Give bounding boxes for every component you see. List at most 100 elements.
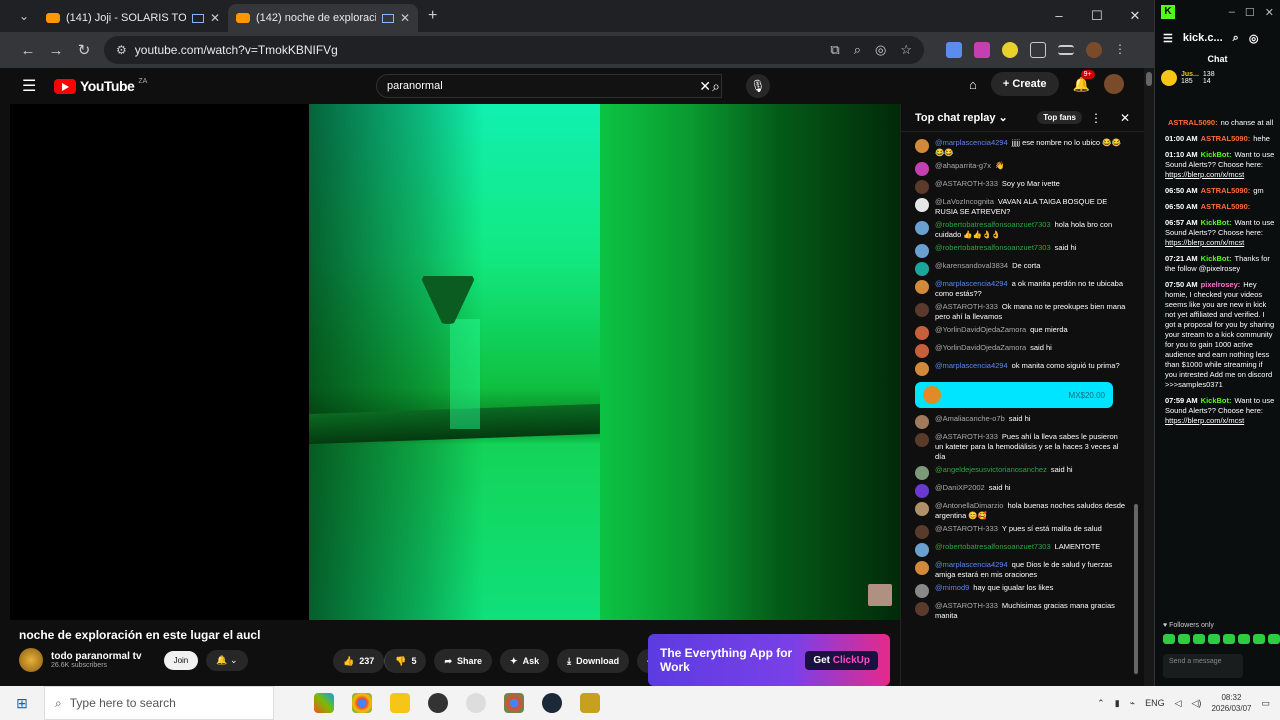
forward-icon[interactable]: →	[42, 42, 70, 59]
chat-avatar[interactable]	[915, 543, 929, 557]
chat-avatar[interactable]	[915, 502, 929, 516]
dislike-button[interactable]: 👎 5	[384, 649, 427, 673]
kick-message[interactable]: 01:10 AM KickBot: Want to use Sound Alerts…	[1165, 150, 1275, 180]
chat-menu-icon[interactable]: ⋮	[1090, 111, 1102, 125]
tab-joji[interactable]: (141) Joji - SOLARIS TOUR 20 ✕	[38, 4, 228, 32]
kick-username[interactable]: ASTRAL5090:	[1168, 118, 1218, 127]
chat-avatar[interactable]	[915, 362, 929, 376]
kick-message[interactable]: 06:50 AM ASTRAL5090: gm	[1165, 186, 1275, 196]
chat-message[interactable]: @karensandoval3834 De corta	[915, 261, 1127, 276]
ask-button[interactable]: ✦ Ask	[500, 649, 550, 673]
bookmark-star-icon[interactable]: ☆	[900, 42, 912, 58]
chat-author[interactable]: @marplascencia4294	[935, 138, 1008, 147]
kick-message[interactable]: ASTRAL5090: no chanse at all	[1165, 118, 1275, 128]
emote-icon[interactable]	[1163, 634, 1175, 644]
chat-author[interactable]: @robertobatresalfonsoanzuet7303	[935, 542, 1051, 551]
chat-avatar[interactable]	[915, 326, 929, 340]
chat-message[interactable]: @AntonellaDimarzio hola buenas noches sal…	[915, 501, 1127, 521]
extension-icon[interactable]	[1002, 42, 1018, 58]
chrome-profile-icon[interactable]	[504, 693, 524, 713]
chat-message[interactable]: @robertobatresalfonsoanzuet7303 said hi	[915, 243, 1127, 258]
chat-avatar[interactable]	[915, 244, 929, 258]
create-button[interactable]: + Create	[990, 72, 1059, 96]
chat-author[interactable]: @Amaliacanche-o7b	[935, 414, 1005, 423]
chat-author[interactable]: @marplascencia4294	[935, 361, 1008, 370]
chat-author[interactable]: @DaniXP2002	[935, 483, 985, 492]
emote-icon[interactable]	[1208, 634, 1220, 644]
kick-username[interactable]: KickBot:	[1201, 396, 1232, 405]
language-indicator[interactable]: ENG	[1145, 698, 1165, 708]
url-text[interactable]: youtube.com/watch?v=TmokKBNIFVg	[135, 43, 823, 57]
chat-author[interactable]: @ASTAROTH-333	[935, 179, 998, 188]
chat-avatar[interactable]	[915, 162, 929, 176]
back-icon[interactable]: ←	[14, 42, 42, 59]
chat-message[interactable]: @Amaliacanche-o7b said hi	[915, 414, 1127, 429]
emote-icon[interactable]	[1223, 634, 1235, 644]
volume-icon[interactable]: ◁	[1175, 698, 1182, 709]
chat-author[interactable]: @YorlinDavidOjedaZamora	[935, 325, 1026, 334]
kick-link[interactable]: https://blerp.com/x/mcst	[1165, 170, 1244, 179]
kick-username[interactable]: pixelrosey:	[1201, 280, 1241, 289]
app-icon[interactable]	[466, 693, 486, 713]
chat-author[interactable]: @ASTAROTH-333	[935, 601, 998, 610]
chat-mode-dropdown[interactable]: Top chat replay ⌄	[915, 111, 1029, 124]
search-query[interactable]: paranormal	[387, 80, 699, 92]
zoom-icon[interactable]: ⌕	[1233, 32, 1239, 45]
top-fans-button[interactable]: Top fans	[1037, 111, 1082, 124]
chat-author[interactable]: @marplascencia4294	[935, 279, 1008, 288]
notifications-bell-icon[interactable]: 🔔 9+	[1073, 69, 1095, 93]
profile-avatar[interactable]	[1086, 42, 1102, 58]
chat-author[interactable]: @ASTAROTH-333	[935, 524, 998, 533]
subscribe-bell-button[interactable]: 🔔 ⌄	[206, 649, 248, 671]
chat-avatar[interactable]	[915, 180, 929, 194]
tab-noche[interactable]: (142) noche de exploración ✕	[228, 4, 418, 32]
steam-icon[interactable]	[542, 693, 562, 713]
superchat[interactable]: MX$20.00	[915, 382, 1113, 408]
search-input[interactable]: paranormal ✕	[376, 74, 722, 98]
chat-avatar[interactable]	[915, 344, 929, 358]
chat-message[interactable]: @marplascencia4294 que Dios le de salud y…	[915, 560, 1127, 580]
speaker-icon[interactable]: ◁)	[1192, 698, 1202, 709]
taskbar-search[interactable]: ⌕ Type here to search	[44, 686, 274, 720]
channel-name[interactable]: todo paranormal tv	[51, 651, 142, 662]
emote-icon[interactable]	[1268, 634, 1280, 644]
chat-avatar[interactable]	[915, 584, 929, 598]
channel-avatar[interactable]	[19, 648, 43, 672]
extension-icon[interactable]	[974, 42, 990, 58]
account-avatar[interactable]	[1104, 74, 1124, 94]
page-scroll-thumb[interactable]	[1146, 72, 1152, 86]
kick-username[interactable]: KickBot:	[1201, 150, 1232, 159]
media-icon[interactable]	[1058, 45, 1074, 55]
chat-message[interactable]: @YorlinDavidOjedaZamora que mierda	[915, 325, 1127, 340]
join-button[interactable]: Join	[163, 650, 199, 670]
chat-message[interactable]: @DaniXP2002 said hi	[915, 483, 1127, 498]
chat-scrollbar[interactable]	[1134, 134, 1140, 684]
reload-icon[interactable]: ↻	[70, 41, 98, 59]
copilot-icon[interactable]	[314, 693, 334, 713]
chat-author[interactable]: @LaVozIncognita	[935, 197, 994, 206]
chat-message[interactable]: @marplascencia4294 ok manita como siguió …	[915, 361, 1127, 376]
chat-message[interactable]: @ASTAROTH-333 Y pues sí está malita de sa…	[915, 524, 1127, 539]
chrome-icon[interactable]	[352, 693, 372, 713]
chat-author[interactable]: @robertobatresalfonsoanzuet7303	[935, 220, 1051, 229]
share-button[interactable]: ➦ Share	[434, 649, 493, 673]
chat-avatar[interactable]	[915, 262, 929, 276]
chat-message[interactable]: @marplascencia4294 a ok manita perdón no …	[915, 279, 1127, 299]
chat-avatar[interactable]	[915, 484, 929, 498]
page-scrollbar[interactable]	[1144, 68, 1154, 686]
emote-icon[interactable]	[1193, 634, 1205, 644]
chat-avatar[interactable]	[915, 433, 929, 447]
emote-icon[interactable]	[1253, 634, 1265, 644]
chat-scroll-thumb[interactable]	[1134, 504, 1138, 674]
emote-icon[interactable]	[1178, 634, 1190, 644]
kick-menu-icon[interactable]: ☰	[1163, 32, 1173, 45]
eye-off-icon[interactable]: ◎	[1249, 32, 1259, 45]
hamburger-menu-icon[interactable]: ☰	[22, 76, 44, 96]
chat-avatar[interactable]	[915, 415, 929, 429]
chat-message[interactable]: @robertobatresalfonsoanzuet7303 hola hola…	[915, 220, 1127, 240]
maximize-button[interactable]: ☐	[1078, 0, 1116, 32]
kick-message[interactable]: 07:59 AM KickBot: Want to use Sound Alerts…	[1165, 396, 1275, 426]
close-tab-icon[interactable]: ✕	[210, 11, 220, 25]
youtube-logo[interactable]: YouTube ZA	[54, 78, 147, 94]
chat-avatar[interactable]	[915, 602, 929, 616]
